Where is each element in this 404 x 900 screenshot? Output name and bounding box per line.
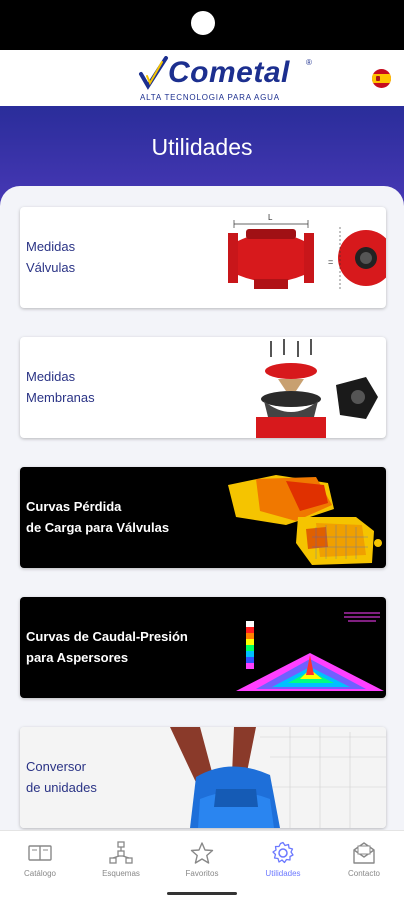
star-icon <box>190 842 214 864</box>
valve-diagram-image: L = <box>228 213 386 289</box>
gear-icon <box>272 841 294 864</box>
mail-icon <box>353 842 375 864</box>
nav-item-favoritos[interactable]: Favoritos <box>162 841 242 878</box>
card-label: Curvas de Caudal-Presión para Aspersores <box>26 629 188 665</box>
card-membrane-dimensions[interactable]: Medidas Membranas <box>20 337 386 438</box>
brand-name: Cometal <box>168 56 290 89</box>
front-camera <box>191 11 215 35</box>
nav-item-contacto[interactable]: Contacto <box>324 841 404 878</box>
brand-tagline: ALTA TECNOLOGIA PARA AGUA <box>140 93 280 102</box>
nav-item-utilidades[interactable]: Utilidades <box>243 841 323 878</box>
app-header: Cometal ® ALTA TECNOLOGIA PARA AGUA <box>0 50 404 106</box>
svg-text:L: L <box>268 213 273 222</box>
nav-item-esquemas[interactable]: Esquemas <box>81 841 161 878</box>
utilities-list[interactable]: Medidas Válvulas L = Medidas Membranas C… <box>0 186 404 830</box>
svg-text:=: = <box>328 257 333 267</box>
membrane-image <box>256 339 378 438</box>
spain-flag-icon[interactable] <box>372 69 391 88</box>
diagram-icon <box>109 841 133 864</box>
bottom-navigation: Catálogo Esquemas Favoritos Utilidades C… <box>0 830 404 900</box>
card-valve-dimensions[interactable]: Medidas Válvulas L = <box>20 207 386 308</box>
card-label: Medidas Válvulas <box>26 239 76 275</box>
status-bar <box>0 0 404 50</box>
card-label: Curvas Pérdida de Carga para Válvulas <box>26 499 170 535</box>
card-sprinkler-curves[interactable]: Curvas de Caudal-Presión para Aspersores <box>20 597 386 698</box>
card-unit-converter[interactable]: Conversor de unidades <box>20 727 386 828</box>
headloss-simulation-image <box>228 475 382 565</box>
home-indicator[interactable] <box>167 892 237 895</box>
card-label: Conversor de unidades <box>26 759 97 795</box>
page-title: Utilidades <box>151 134 253 160</box>
registered-mark: ® <box>306 58 312 67</box>
cometal-logo[interactable]: Cometal ® ALTA TECNOLOGIA PARA AGUA <box>138 56 318 104</box>
sprinkler-simulation-image <box>236 612 384 691</box>
nav-item-catalogo[interactable]: Catálogo <box>0 841 80 878</box>
book-icon <box>28 845 52 861</box>
checkmark-logo-icon <box>139 56 168 90</box>
card-label: Medidas Membranas <box>26 369 95 405</box>
card-headloss-curves[interactable]: Curvas Pérdida de Carga para Válvulas <box>20 467 386 568</box>
